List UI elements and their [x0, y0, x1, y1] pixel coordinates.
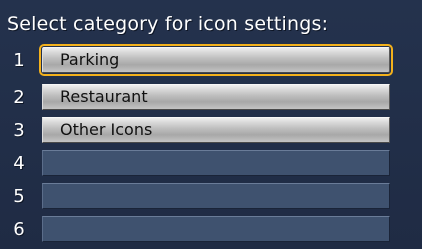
item-number: 5 [13, 186, 25, 207]
menu-row-2: 2 Restaurant [0, 84, 422, 112]
menu-row-3: 3 Other Icons [0, 117, 422, 145]
menu-item-label: Restaurant [60, 87, 148, 106]
menu-row-6: 6 [0, 216, 422, 244]
menu-row-4: 4 [0, 150, 422, 178]
menu-row-5: 5 [0, 183, 422, 211]
menu-item-parking[interactable]: Parking [39, 44, 393, 76]
icon-settings-screen: Select category for icon settings: 1 Par… [0, 0, 422, 249]
menu-item-empty[interactable] [42, 183, 390, 209]
menu-item-empty[interactable] [42, 216, 390, 242]
item-number: 3 [13, 120, 25, 141]
menu-item-label: Other Icons [60, 120, 153, 139]
item-number: 4 [13, 153, 25, 174]
item-number: 1 [13, 50, 25, 71]
item-number: 6 [13, 219, 25, 240]
item-number: 2 [13, 87, 25, 108]
menu-item-empty[interactable] [42, 150, 390, 176]
menu-item-restaurant[interactable]: Restaurant [42, 84, 390, 110]
menu-row-1: 1 Parking [0, 44, 422, 76]
menu-item-label: Parking [60, 50, 120, 69]
screen-title: Select category for icon settings: [7, 13, 329, 35]
menu-item-other-icons[interactable]: Other Icons [42, 117, 390, 143]
